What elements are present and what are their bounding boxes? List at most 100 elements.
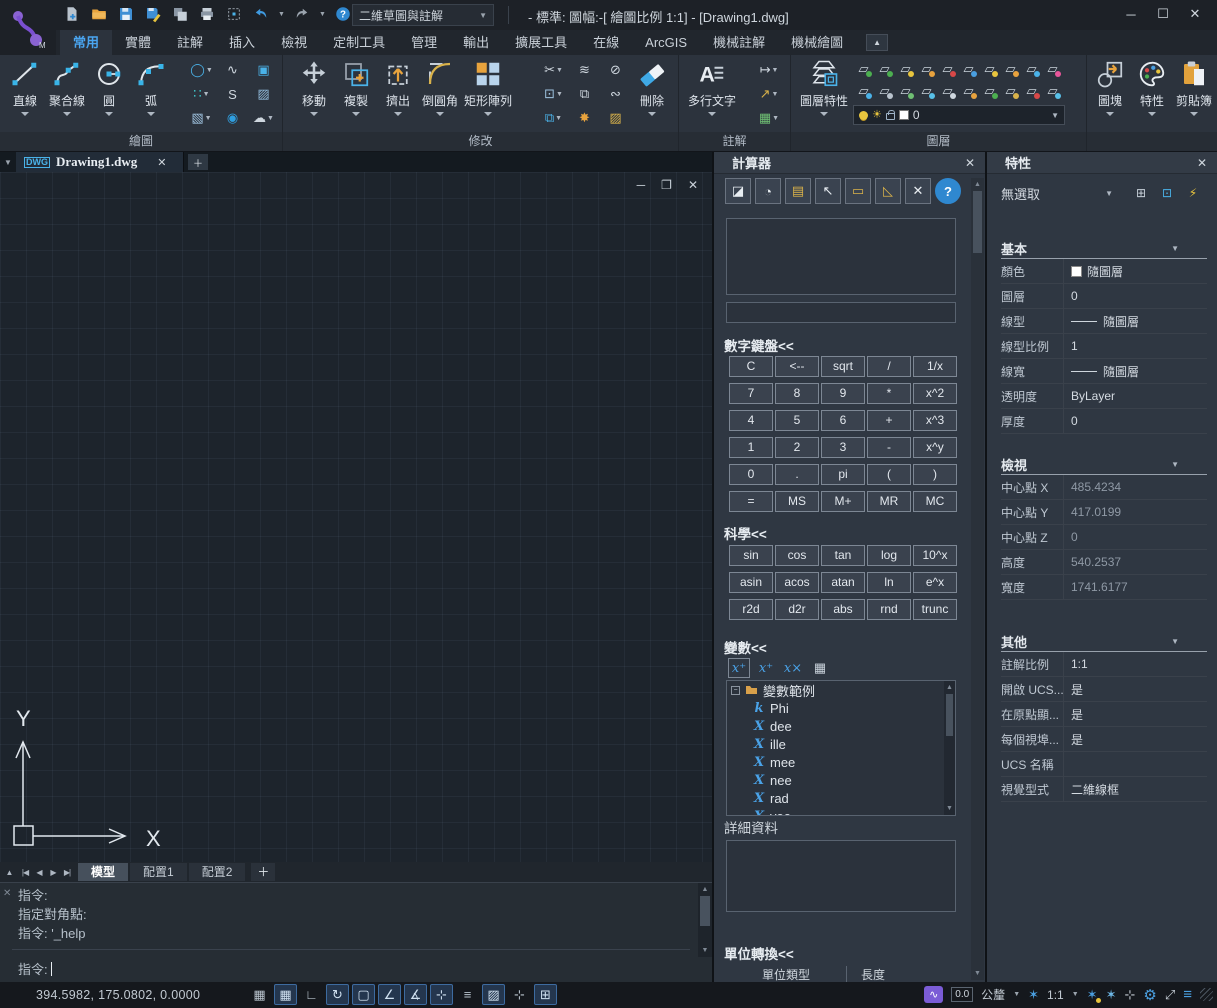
layer-tool-icon-4[interactable]: ▱ <box>937 59 958 79</box>
fullscreen-icon[interactable]: ⤢ <box>1165 987 1175 1003</box>
array-button[interactable]: 矩形陣列 <box>461 57 515 131</box>
new-file-icon[interactable] <box>62 4 82 24</box>
calc-key-[interactable]: - <box>867 437 911 458</box>
calc-key-rnd[interactable]: rnd <box>867 599 911 620</box>
layout-nav-0[interactable]: |◀ <box>18 868 32 877</box>
block-button[interactable]: 圖塊 <box>1089 57 1131 131</box>
help-icon[interactable]: ? <box>333 4 353 24</box>
scroll-up-icon[interactable]: ▲ <box>698 883 712 896</box>
ribbon-tab-4[interactable]: 檢視 <box>268 30 320 55</box>
undo-dropdown-icon[interactable]: ▼ <box>278 11 285 18</box>
get-coordinates-icon[interactable]: ↖ <box>815 178 841 204</box>
property-value[interactable]: 0 <box>1063 409 1207 433</box>
ribbon-collapse-button[interactable]: ▲ <box>866 34 888 51</box>
clear-icon[interactable]: ◪ <box>725 178 751 204</box>
calc-key-ex[interactable]: e^x <box>913 572 957 593</box>
calc-key-4[interactable]: 4 <box>729 410 773 431</box>
move-button[interactable]: 移動 <box>293 57 335 131</box>
command-close-icon[interactable]: ✕ <box>3 888 11 899</box>
variables-folder-row[interactable]: −變數範例 <box>727 681 955 699</box>
layer-tool-icon-1[interactable]: ▱ <box>874 59 895 79</box>
selection-dropdown[interactable]: 無選取 ▼ ⊞⊡⚡ <box>1001 182 1205 204</box>
calc-key-8[interactable]: 8 <box>775 383 819 404</box>
section-units[interactable]: 單位轉換<< <box>724 943 794 963</box>
group-header-0[interactable]: 基本▼ <box>1001 239 1207 259</box>
leader-icon[interactable]: ↗▼ <box>751 83 787 105</box>
calc-key-pi[interactable]: pi <box>821 464 865 485</box>
point-icon[interactable]: ∷▼ <box>186 83 217 105</box>
brand-icon[interactable]: ∿ <box>924 986 943 1003</box>
app-logo[interactable]: M <box>0 0 56 55</box>
command-prompt[interactable]: 指令: <box>18 959 52 978</box>
table-icon[interactable]: ▦▼ <box>751 107 787 129</box>
calc-key-sqrt[interactable]: sqrt <box>821 356 865 377</box>
trim-icon[interactable]: ✂▼ <box>538 59 569 81</box>
layer-tool-icon-11[interactable]: ▱ <box>874 81 895 101</box>
calc-key-MC[interactable]: MC <box>913 491 957 512</box>
calc-key-ln[interactable]: ln <box>867 572 911 593</box>
layer-tool-icon-12[interactable]: ▱ <box>895 81 916 101</box>
maximize-button[interactable]: ☐ <box>1147 0 1179 28</box>
spline-cv-icon[interactable]: S <box>217 83 248 105</box>
stretch-button[interactable]: 擠出 <box>377 57 419 131</box>
property-value[interactable]: 隨圖層 <box>1063 359 1207 383</box>
calc-key-6[interactable]: 6 <box>821 410 865 431</box>
calc-key-x3[interactable]: x^3 <box>913 410 957 431</box>
history-icon[interactable]: ◔ <box>755 178 781 204</box>
calculator-history-box[interactable] <box>726 218 956 295</box>
property-value[interactable]: 是 <box>1063 677 1207 701</box>
group-header-2[interactable]: 其他▼ <box>1001 632 1207 652</box>
edit-variable-icon[interactable]: x⁺ <box>755 658 777 678</box>
scroll-up-icon[interactable]: ▲ <box>971 178 984 191</box>
calc-key-0[interactable]: 0 <box>729 464 773 485</box>
new-document-button[interactable]: ＋ <box>188 154 208 170</box>
ribbon-tab-11[interactable]: 機械註解 <box>700 30 778 55</box>
variable-calculator-icon[interactable]: ▦ <box>809 658 831 678</box>
quick-select-icon[interactable]: ⊞ <box>1129 183 1153 203</box>
document-tab[interactable]: DWG Drawing1.dwg ✕ <box>16 152 184 172</box>
calc-key-2[interactable]: 2 <box>775 437 819 458</box>
layer-tool-icon-13[interactable]: ▱ <box>916 81 937 101</box>
section-variables[interactable]: 變數<< <box>724 637 767 657</box>
calc-key-[interactable]: ) <box>913 464 957 485</box>
variable-row-ille[interactable]: Xille <box>727 735 955 753</box>
print-icon[interactable] <box>197 4 217 24</box>
variable-row-nee[interactable]: Xnee <box>727 771 955 789</box>
layout-nav-2[interactable]: ▶ <box>46 868 60 877</box>
calc-key-atan[interactable]: atan <box>821 572 865 593</box>
layer-tool-icon-2[interactable]: ▱ <box>895 59 916 79</box>
drawing-restore-button[interactable]: ❐ <box>661 178 672 192</box>
ribbon-tab-1[interactable]: 實體 <box>112 30 164 55</box>
calc-key-xy[interactable]: x^y <box>913 437 957 458</box>
calc-key-[interactable]: = <box>729 491 773 512</box>
layer-tool-icon-0[interactable]: ▱ <box>853 59 874 79</box>
ribbon-tab-9[interactable]: 在線 <box>580 30 632 55</box>
variable-row-rad[interactable]: Xrad <box>727 789 955 807</box>
property-value[interactable]: 隨圖層 <box>1063 259 1207 283</box>
explode-icon[interactable]: ✸ <box>569 107 600 129</box>
ortho-mode-icon[interactable]: ∟ <box>300 984 323 1005</box>
calc-key-asin[interactable]: asin <box>729 572 773 593</box>
layer-tool-icon-18[interactable]: ▱ <box>1021 81 1042 101</box>
polar-tracking-icon[interactable]: ↻ <box>326 984 349 1005</box>
property-value[interactable]: 隨圖層 <box>1063 309 1207 333</box>
document-close-icon[interactable]: ✕ <box>157 156 166 169</box>
rectangle-icon[interactable]: ▣ <box>248 59 279 81</box>
variables-tree[interactable]: −變數範例kPhiXdeeXilleXmeeXneeXradXvee ▲ ▼ <box>726 680 956 816</box>
calc-key-1[interactable]: 1 <box>729 437 773 458</box>
dynamic-input-icon[interactable]: ⊹ <box>430 984 453 1005</box>
line-button[interactable]: 直線 <box>4 57 46 131</box>
redo-icon[interactable] <box>292 4 312 24</box>
selection-filter-icon[interactable]: ⊹ <box>1124 987 1135 1003</box>
delete-variable-icon[interactable]: x× <box>782 658 804 678</box>
layer-tool-icon-9[interactable]: ▱ <box>1042 59 1063 79</box>
status-menu-icon[interactable]: ≡ <box>1183 986 1192 1003</box>
open-folder-icon[interactable] <box>89 4 109 24</box>
calc-key-x2[interactable]: x^2 <box>913 383 957 404</box>
tree-collapse-icon[interactable]: − <box>731 686 740 695</box>
pline-button[interactable]: 聚合線 <box>46 57 88 131</box>
scroll-down-icon[interactable]: ▼ <box>971 967 984 980</box>
erase-button[interactable]: 刪除 <box>631 57 673 131</box>
save-icon[interactable] <box>116 4 136 24</box>
layer-tool-icon-19[interactable]: ▱ <box>1042 81 1063 101</box>
